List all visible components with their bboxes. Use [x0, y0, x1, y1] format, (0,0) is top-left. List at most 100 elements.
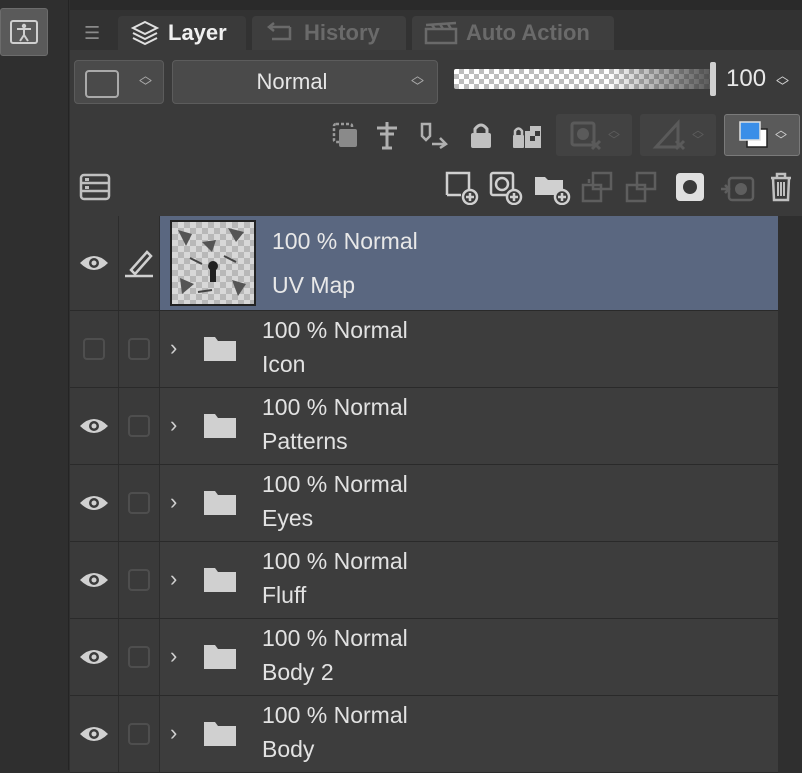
layer-row-body[interactable]: › 100 % Normal Body — [70, 696, 778, 773]
visibility-toggle[interactable] — [70, 542, 119, 618]
lock-checkbox — [128, 338, 150, 360]
visibility-toggle[interactable] — [70, 619, 119, 695]
layer-color-icon — [739, 121, 768, 148]
chevron-right-icon[interactable]: › — [170, 566, 177, 592]
scrollbar-track[interactable] — [778, 216, 802, 770]
layer-row-icon[interactable]: › 100 % Normal Icon — [70, 311, 778, 388]
transfer-to-lower-layer-icon[interactable] — [578, 168, 616, 206]
folder-icon — [204, 645, 236, 669]
layer-color-select[interactable]: ︿ ﹀ — [74, 60, 164, 104]
create-layer-mask-icon[interactable] — [672, 168, 708, 206]
tab-auto-action-label: Auto Action — [466, 20, 590, 45]
opacity-spin-icon[interactable]: ︿ ﹀ — [776, 69, 789, 93]
layer-row-body-2[interactable]: › 100 % Normal Body 2 — [70, 619, 778, 696]
opacity-value[interactable]: 100 — [726, 62, 774, 96]
layer-opacity-mode: 100 % Normal — [262, 702, 408, 728]
layer-color-select[interactable]: ︿ ﹀ — [724, 114, 800, 156]
layer-name: Icon — [262, 351, 306, 377]
chevron-right-icon[interactable]: › — [170, 643, 177, 669]
draft-layer-icon[interactable] — [414, 118, 452, 152]
editing-layer-indicator[interactable] — [119, 216, 160, 310]
blend-mode-value: Normal — [256, 69, 328, 94]
layer-name: Fluff — [262, 582, 307, 608]
accessibility-icon — [10, 20, 38, 44]
layer-opacity-mode: 100 % Normal — [262, 394, 408, 420]
chevron-right-icon[interactable]: › — [170, 335, 177, 361]
layer-main-cell[interactable]: 100 % Normal UV Map — [160, 216, 778, 310]
layer-row-fluff[interactable]: › 100 % Normal Fluff — [70, 542, 778, 619]
layers-icon — [130, 18, 160, 48]
lock-checkbox — [128, 646, 150, 668]
tab-auto-action[interactable]: Auto Action — [412, 16, 614, 50]
trash-icon[interactable] — [764, 168, 798, 206]
tab-layer[interactable]: Layer — [118, 16, 246, 50]
folder-icon — [204, 722, 236, 746]
lock-checkbox — [128, 415, 150, 437]
pencil-icon — [125, 250, 153, 278]
apply-mask-icon[interactable] — [718, 168, 756, 206]
eye-icon — [80, 727, 108, 741]
eye-icon — [80, 573, 108, 587]
visibility-toggle[interactable] — [70, 388, 119, 464]
lock-layer-icon[interactable] — [466, 118, 496, 152]
mask-select[interactable]: ︿ ﹀ — [556, 114, 632, 156]
eye-icon — [80, 256, 108, 270]
tab-history-label: History — [304, 20, 380, 45]
layer-row-eyes[interactable]: › 100 % Normal Eyes — [70, 465, 778, 542]
editing-layer-indicator[interactable] — [119, 542, 160, 618]
visibility-toggle[interactable] — [70, 311, 119, 387]
layer-main-cell[interactable]: › 100 % Normal Fluff — [160, 542, 778, 618]
layer-action-toolbar — [70, 160, 802, 212]
spin-arrows-icon: ︿ ﹀ — [691, 123, 704, 147]
layer-main-cell[interactable]: › 100 % Normal Body 2 — [160, 619, 778, 695]
ruler-select[interactable]: ︿ ﹀ — [640, 114, 716, 156]
visibility-checkbox — [83, 338, 105, 360]
layer-main-cell[interactable]: › 100 % Normal Icon — [160, 311, 778, 387]
eye-icon — [80, 650, 108, 664]
lock-transparent-pixels-icon[interactable] — [510, 118, 544, 152]
new-folder-icon[interactable] — [532, 168, 572, 206]
lock-checkbox — [128, 723, 150, 745]
lock-checkbox — [128, 569, 150, 591]
layer-main-cell[interactable]: › 100 % Normal Patterns — [160, 388, 778, 464]
layer-row-patterns[interactable]: › 100 % Normal Patterns — [70, 388, 778, 465]
reference-layer-icon[interactable] — [370, 118, 404, 152]
layer-main-cell[interactable]: › 100 % Normal Body — [160, 696, 778, 772]
editing-layer-indicator[interactable] — [119, 619, 160, 695]
tab-history[interactable]: History — [252, 16, 406, 50]
accessibility-panel-button[interactable] — [0, 8, 48, 56]
layer-thumbnail — [170, 220, 256, 306]
spin-arrows-icon: ︿ ﹀ — [607, 123, 620, 147]
blend-mode-select[interactable]: Normal ︿ ﹀ — [172, 60, 438, 104]
ruler-disabled-icon — [652, 119, 686, 151]
layer-opacity-mode: 100 % Normal — [262, 471, 408, 497]
editing-layer-indicator[interactable] — [119, 311, 160, 387]
chevron-right-icon[interactable]: › — [170, 720, 177, 746]
layer-name: Body — [262, 736, 315, 762]
opacity-slider-handle[interactable] — [710, 62, 716, 96]
editing-layer-indicator[interactable] — [119, 465, 160, 541]
chevron-right-icon[interactable]: › — [170, 489, 177, 515]
layer-property-icon[interactable] — [78, 170, 112, 204]
clip-to-layer-icon[interactable] — [328, 118, 362, 152]
eye-icon — [80, 496, 108, 510]
editing-layer-indicator[interactable] — [119, 388, 160, 464]
combine-to-lower-layer-icon[interactable] — [622, 168, 660, 206]
visibility-toggle[interactable] — [70, 465, 119, 541]
new-vector-layer-icon[interactable] — [486, 168, 524, 206]
opacity-slider[interactable] — [454, 69, 712, 89]
visibility-toggle[interactable] — [70, 216, 119, 310]
chevron-right-icon[interactable]: › — [170, 412, 177, 438]
spin-arrows-icon: ︿ ﹀ — [411, 68, 425, 94]
lock-checkbox — [128, 492, 150, 514]
layer-row-uv-map[interactable]: 100 % Normal UV Map — [70, 216, 778, 311]
layer-main-cell[interactable]: › 100 % Normal Eyes — [160, 465, 778, 541]
layer-name: Body 2 — [262, 659, 334, 685]
panel-menu-icon[interactable]: ☰ — [84, 24, 100, 42]
editing-layer-indicator[interactable] — [119, 696, 160, 772]
folder-icon — [204, 568, 236, 592]
visibility-toggle[interactable] — [70, 696, 119, 772]
eye-icon — [80, 419, 108, 433]
new-raster-layer-icon[interactable] — [442, 168, 480, 206]
folder-icon — [204, 491, 236, 515]
